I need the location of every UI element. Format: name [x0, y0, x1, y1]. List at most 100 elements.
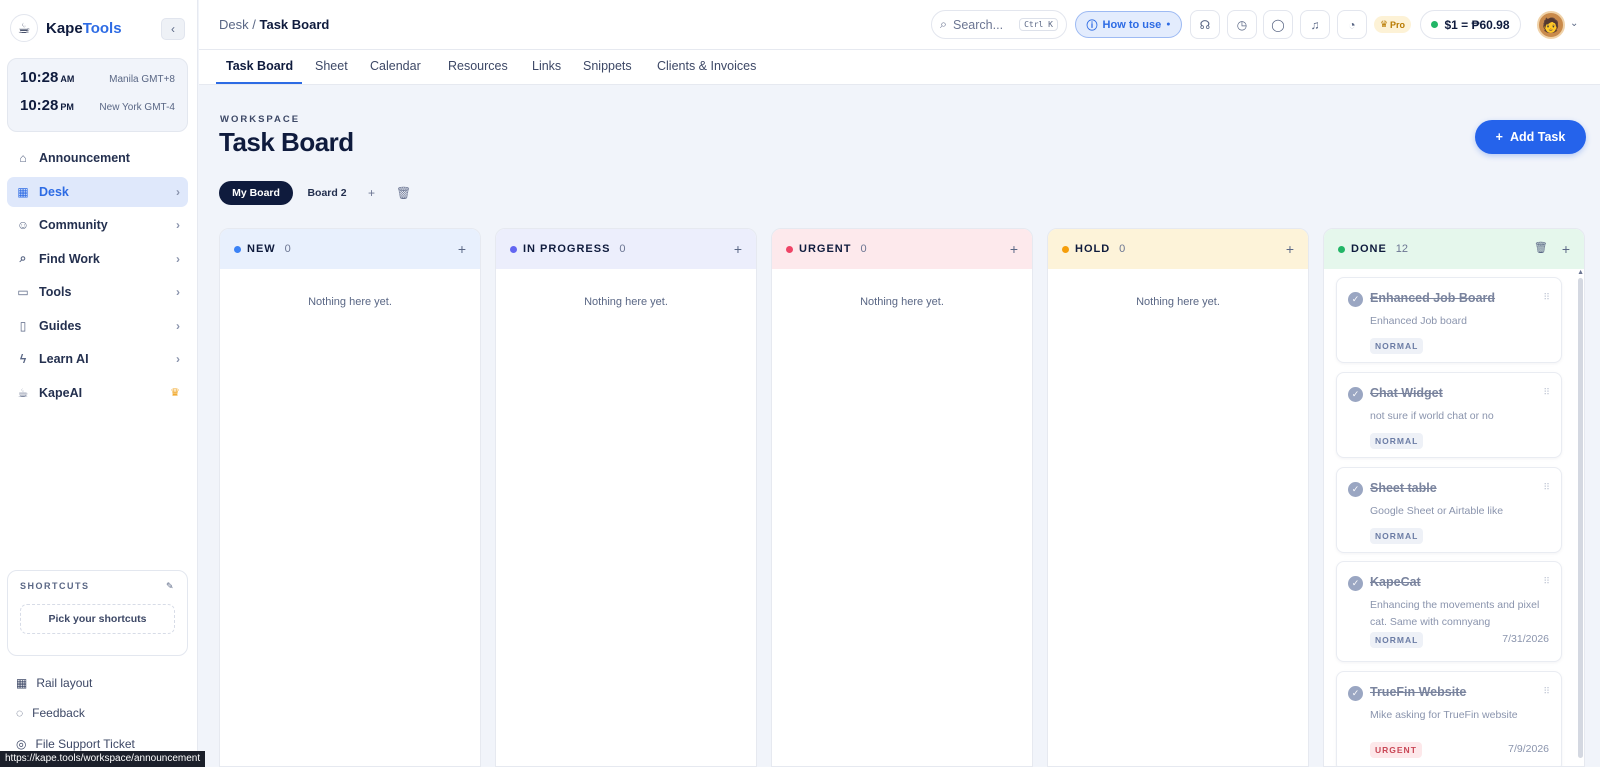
checkmark-icon[interactable]: ✓	[1348, 686, 1363, 701]
checkmark-icon[interactable]: ✓	[1348, 292, 1363, 307]
tab-resources[interactable]: Resources	[448, 59, 508, 73]
chat-icon: ◯	[1271, 17, 1285, 32]
done-scrollbar[interactable]	[1578, 278, 1583, 758]
task-description: Enhanced Job board	[1370, 315, 1467, 327]
chat-bubble-icon: ◌	[16, 706, 24, 720]
status-dot-icon	[234, 245, 241, 253]
delete-board-trash-icon[interactable]: 🗑	[396, 186, 411, 200]
dot-icon: ●	[1166, 21, 1171, 28]
checkmark-icon[interactable]: ✓	[1348, 482, 1363, 497]
drag-handle-icon[interactable]: ⠿	[1543, 292, 1550, 303]
search-input[interactable]: ⌕ Search... Ctrl K	[931, 10, 1067, 39]
task-card[interactable]: ✓ Sheet table ⠿ Google Sheet or Airtable…	[1336, 467, 1562, 553]
chevron-down-icon[interactable]: ⌄	[1570, 18, 1578, 29]
sidebar-item-kapeai[interactable]: ☕ KapeAI ♛	[7, 378, 188, 408]
board-tab-board-2[interactable]: Board 2	[303, 181, 351, 205]
sidebar-item-learn-ai[interactable]: ϟ Learn AI ›	[7, 344, 188, 374]
support-ticket-button[interactable]: ◎ File Support Ticket	[16, 737, 135, 751]
tab-calendar[interactable]: Calendar	[370, 59, 421, 73]
column-header: URGENT 0 +	[772, 229, 1032, 269]
history-button[interactable]: ◔	[1337, 10, 1367, 39]
breadcrumb-current: Task Board	[259, 17, 330, 32]
task-title: KapeCat	[1370, 575, 1421, 589]
sidebar-item-label: Learn AI	[39, 352, 89, 366]
column-header: HOLD 0 +	[1048, 229, 1308, 269]
task-description: Google Sheet or Airtable like	[1370, 505, 1504, 517]
sidebar-item-desk[interactable]: ▦ Desk ›	[7, 176, 188, 207]
scroll-up-arrow-icon[interactable]: ▲	[1577, 269, 1584, 276]
add-board-plus-icon[interactable]: +	[368, 186, 375, 200]
kape-logo-icon: ☕	[10, 14, 38, 42]
sidebar-item-label: Find Work	[39, 251, 100, 266]
due-date: 7/9/2026	[1508, 743, 1549, 755]
headset-icon: ☊	[1199, 17, 1211, 32]
sidebar-item-community[interactable]: ☺ Community ›	[7, 210, 188, 240]
status-dot-icon	[1062, 245, 1069, 253]
drag-handle-icon[interactable]: ⠿	[1543, 387, 1550, 398]
column-title: IN PROGRESS	[523, 243, 611, 255]
priority-badge: NORMAL	[1370, 338, 1424, 354]
checkmark-icon[interactable]: ✓	[1348, 387, 1363, 402]
clear-done-trash-icon[interactable]: 🗑	[1534, 241, 1548, 257]
rail-layout-button[interactable]: ▦ Rail layout	[16, 676, 92, 690]
sidebar-item-label: Guides	[39, 318, 82, 333]
status-dot-icon	[1338, 245, 1345, 253]
how-to-use-button[interactable]: ⓘ How to use ●	[1075, 11, 1182, 38]
pro-badge[interactable]: ♛ Pro	[1374, 16, 1411, 33]
done-card-list[interactable]: ✓ Enhanced Job Board ⠿ Enhanced Job boar…	[1324, 269, 1584, 766]
tab-clients-invoices[interactable]: Clients & Invoices	[657, 59, 756, 73]
timer-button[interactable]: ◷	[1227, 10, 1257, 39]
search-shortcut-hint: Ctrl K	[1019, 18, 1058, 31]
sidebar-item-announcement[interactable]: ⌂ Announcement	[7, 143, 188, 173]
column-in-progress: IN PROGRESS 0 + Nothing here yet.	[495, 228, 757, 767]
task-description: Mike asking for TrueFin website	[1370, 709, 1518, 721]
notifications-button[interactable]: ♫	[1300, 10, 1330, 39]
grid-icon: ▦	[17, 184, 29, 199]
add-card-plus-icon[interactable]: +	[734, 241, 742, 257]
priority-badge: NORMAL	[1370, 433, 1424, 449]
add-card-plus-icon[interactable]: +	[1562, 241, 1570, 257]
feedback-button[interactable]: ◌ Feedback	[16, 706, 85, 720]
tab-sheet[interactable]: Sheet	[315, 59, 348, 73]
workspace-label: WORKSPACE	[220, 114, 301, 125]
checkmark-icon[interactable]: ✓	[1348, 576, 1363, 591]
task-card[interactable]: ✓ Enhanced Job Board ⠿ Enhanced Job boar…	[1336, 277, 1562, 363]
sidebar-item-tools[interactable]: ▭ Tools ›	[7, 277, 188, 307]
page-title: Task Board	[219, 127, 354, 157]
task-title: Sheet table	[1370, 481, 1437, 495]
user-avatar[interactable]: 🧑	[1537, 11, 1565, 39]
tab-task-board[interactable]: Task Board	[226, 59, 293, 73]
drag-handle-icon[interactable]: ⠿	[1543, 576, 1550, 587]
edit-pencil-icon[interactable]: ✎	[166, 581, 175, 592]
add-card-plus-icon[interactable]: +	[458, 241, 466, 257]
chevron-right-icon: ›	[176, 218, 180, 232]
drag-handle-icon[interactable]: ⠿	[1543, 686, 1550, 697]
sidebar-item-guides[interactable]: ▯ Guides ›	[7, 311, 188, 341]
collapse-sidebar-button[interactable]: ‹	[161, 18, 185, 40]
messages-button[interactable]: ◯	[1263, 10, 1293, 39]
task-card[interactable]: ✓ KapeCat ⠿ Enhancing the movements and …	[1336, 561, 1562, 662]
task-card[interactable]: ✓ TrueFin Website ⠿ Mike asking for True…	[1336, 671, 1562, 766]
status-bar-url: https://kape.tools/workspace/announcemen…	[0, 751, 206, 767]
bolt-icon: ϟ	[19, 352, 27, 366]
priority-badge: NORMAL	[1370, 632, 1424, 648]
tab-links[interactable]: Links	[532, 59, 561, 73]
drag-handle-icon[interactable]: ⠿	[1543, 482, 1550, 493]
board-tab-my-board[interactable]: My Board	[219, 181, 293, 205]
column-count: 12	[1395, 243, 1409, 255]
grid-icon: ▦	[16, 676, 28, 690]
pick-shortcuts-button[interactable]: Pick your shortcuts	[20, 604, 175, 634]
exchange-rate-widget[interactable]: $1 = ₱60.98	[1420, 10, 1521, 39]
home-icon: ⌂	[19, 151, 27, 165]
tab-snippets[interactable]: Snippets	[583, 59, 632, 73]
brand[interactable]: ☕ KapeTools	[10, 14, 122, 42]
task-card[interactable]: ✓ Chat Widget ⠿ not sure if world chat o…	[1336, 372, 1562, 458]
add-card-plus-icon[interactable]: +	[1010, 241, 1018, 257]
add-card-plus-icon[interactable]: +	[1286, 241, 1294, 257]
sidebar-item-find-work[interactable]: ⌕ Find Work ›	[7, 244, 188, 274]
headset-button[interactable]: ☊	[1190, 10, 1220, 39]
plus-icon: +	[1495, 130, 1503, 144]
column-done: DONE 12 🗑 + ✓ Enhanced Job Board ⠿ Enhan…	[1323, 228, 1585, 767]
breadcrumb-parent[interactable]: Desk	[219, 17, 249, 32]
add-task-button[interactable]: + Add Task	[1475, 120, 1586, 154]
